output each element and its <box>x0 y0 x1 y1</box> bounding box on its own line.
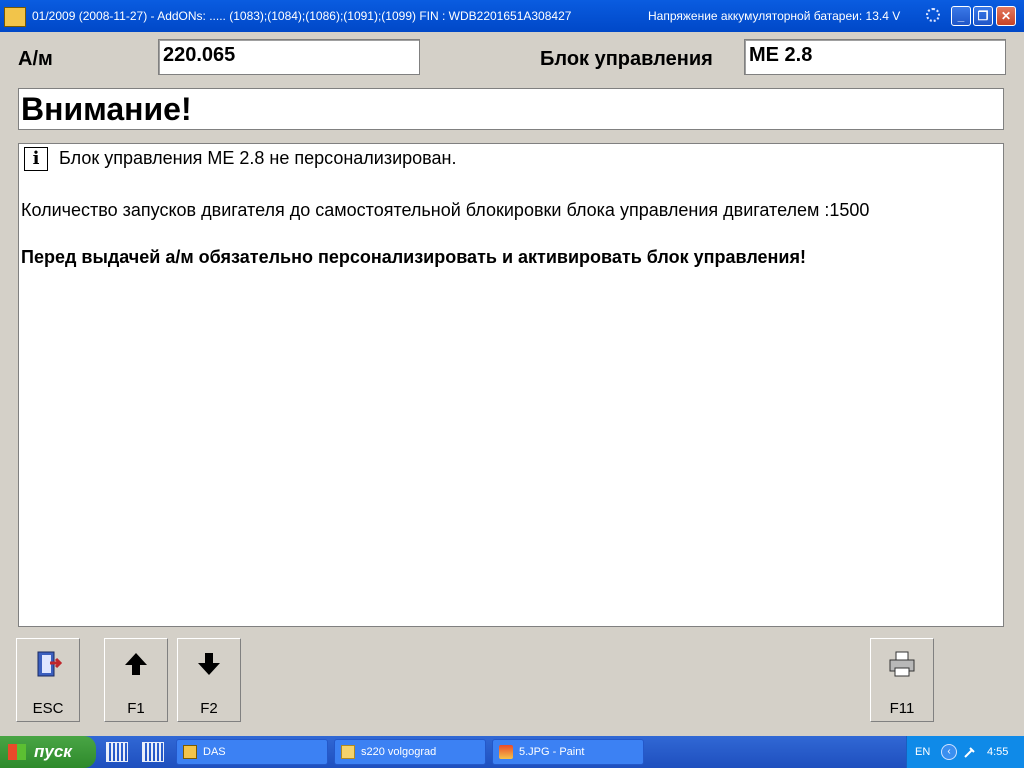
task-paint[interactable]: 5.JPG - Paint <box>492 739 644 765</box>
gear-icon <box>926 8 940 22</box>
ecu-field: ME 2.8 <box>744 39 1006 75</box>
task-das-label: DAS <box>203 746 226 758</box>
f11-label: F11 <box>889 700 915 717</box>
message-line-1: Блок управления ME 2.8 не персонализиров… <box>59 148 457 168</box>
close-button[interactable]: ✕ <box>996 6 1016 26</box>
paint-icon <box>499 745 513 759</box>
main-panel: А/м 220.065 Блок управления ME 2.8 Внима… <box>0 32 1024 736</box>
hardware-icon[interactable] <box>963 745 977 759</box>
minimize-button[interactable]: _ <box>951 6 971 26</box>
grid-icon[interactable] <box>142 742 164 762</box>
message-line-2: Количество запусков двигателя до самосто… <box>21 200 870 220</box>
esc-button[interactable]: ESC <box>16 638 80 722</box>
keyboard-icon[interactable] <box>106 742 128 762</box>
windows-flag-icon <box>8 744 26 760</box>
task-folder[interactable]: s220 volgograd <box>334 739 486 765</box>
task-paint-label: 5.JPG - Paint <box>519 746 585 758</box>
clock: 4:55 <box>987 746 1009 758</box>
start-label: пуск <box>34 742 72 761</box>
taskbar: пуск DAS s220 volgograd 5.JPG - Paint EN… <box>0 736 1024 768</box>
exit-door-icon <box>37 651 63 677</box>
system-tray: EN ‹ 4:55 <box>906 736 1024 768</box>
f1-button[interactable]: F1 <box>104 638 168 722</box>
printer-icon <box>889 651 915 677</box>
language-indicator[interactable]: EN <box>915 746 930 758</box>
task-folder-label: s220 volgograd <box>361 746 437 758</box>
arrow-down-icon <box>198 653 220 675</box>
info-icon: i <box>24 147 48 171</box>
das-icon <box>183 745 197 759</box>
f2-button[interactable]: F2 <box>177 638 241 722</box>
f11-button[interactable]: F11 <box>870 638 934 722</box>
warning-title: Внимание! <box>18 88 1004 130</box>
task-das[interactable]: DAS <box>176 739 328 765</box>
message-panel: i Блок управления ME 2.8 не персонализир… <box>18 143 1004 627</box>
ecu-label: Блок управления <box>540 48 713 70</box>
chevron-left-icon[interactable]: ‹ <box>941 744 957 760</box>
esc-label: ESC <box>32 700 64 717</box>
start-button[interactable]: пуск <box>0 736 96 768</box>
arrow-up-icon <box>125 653 147 675</box>
window-title: 01/2009 (2008-11-27) - AddONs: ..... (10… <box>32 9 572 23</box>
folder-icon <box>341 745 355 759</box>
maximize-button[interactable]: ❐ <box>973 6 993 26</box>
f2-label: F2 <box>200 700 218 717</box>
f1-label: F1 <box>127 700 145 717</box>
das-app-icon <box>4 7 26 27</box>
message-line-3: Перед выдачей а/м обязательно персонализ… <box>21 247 806 267</box>
vehicle-field: 220.065 <box>158 39 420 75</box>
vehicle-label: А/м <box>18 48 53 70</box>
window-titlebar[interactable]: 01/2009 (2008-11-27) - AddONs: ..... (10… <box>0 0 1024 32</box>
battery-voltage: Напряжение аккумуляторной батареи: 13.4 … <box>648 9 901 23</box>
